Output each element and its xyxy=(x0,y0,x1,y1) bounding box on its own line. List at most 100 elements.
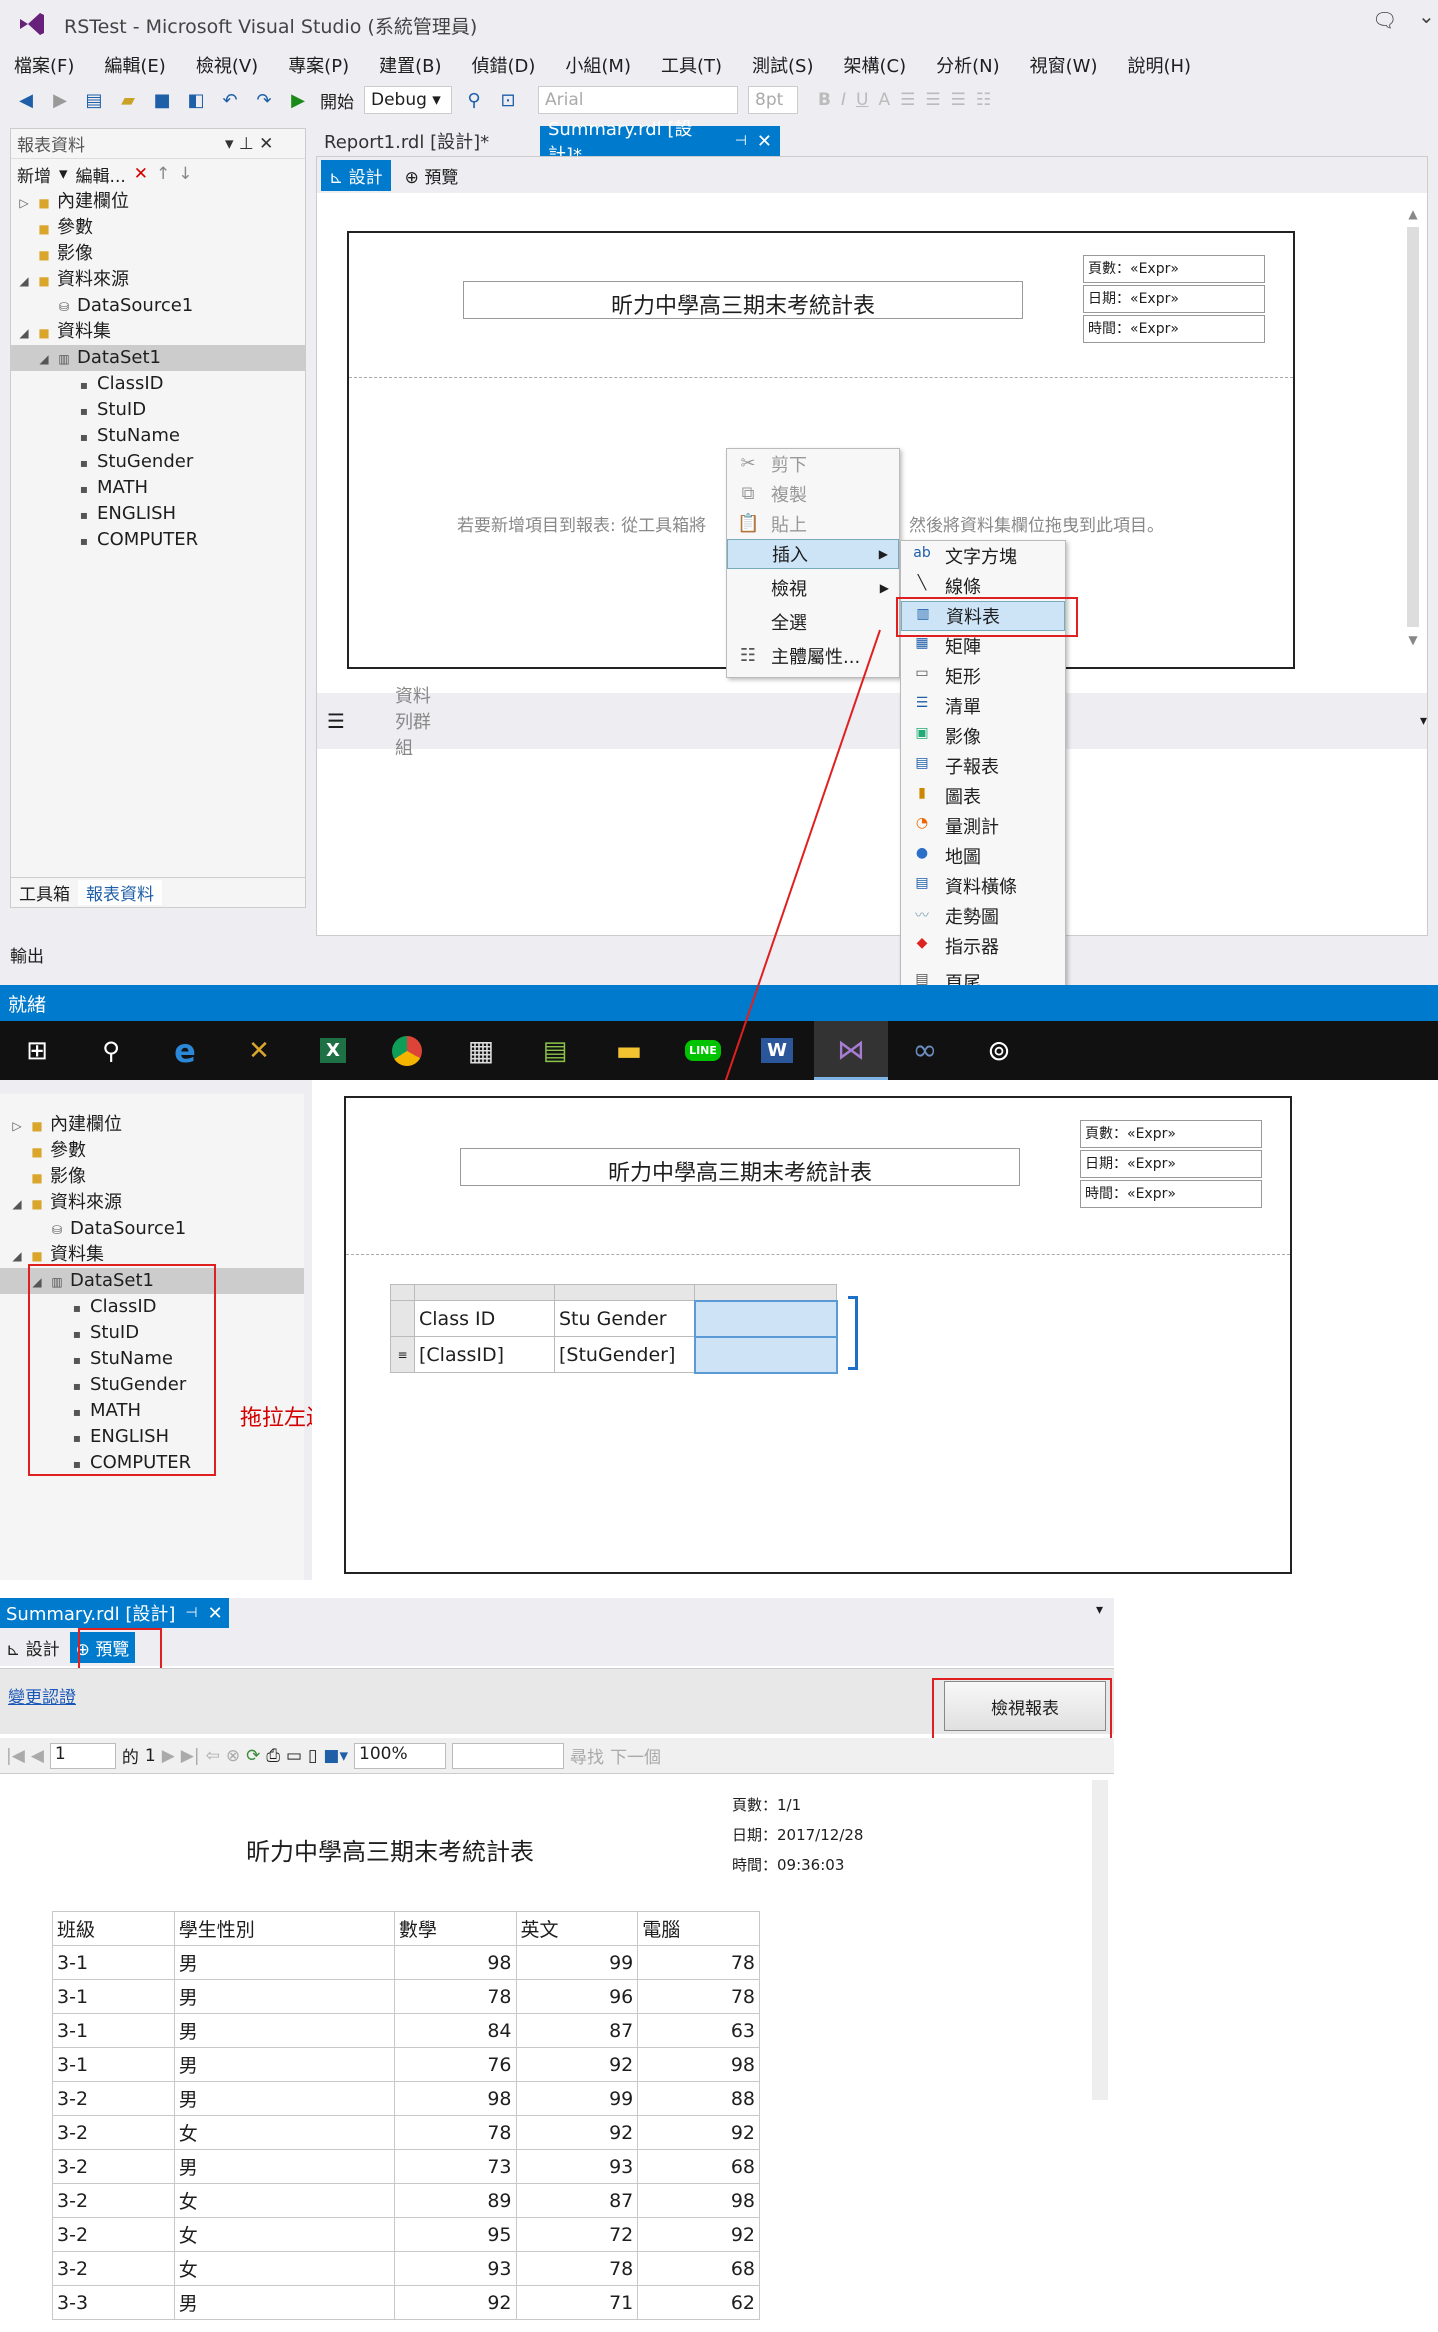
page-setup-icon[interactable]: ▯ xyxy=(308,1746,317,1766)
table-cell: 98 xyxy=(393,2081,517,2116)
table-row: 3-2 男 73 93 68 xyxy=(52,2149,760,2184)
expand-icon[interactable]: ▷ xyxy=(10,1113,24,1139)
print-icon[interactable]: ⎙ xyxy=(266,1746,280,1766)
total-pages: 1 xyxy=(144,1745,156,1766)
table-cell: 78 xyxy=(637,1945,760,1980)
table-cell: 92 xyxy=(637,2115,760,2150)
table-cell: 78 xyxy=(393,1979,517,2014)
page-expr[interactable]: 頁數：«Expr» xyxy=(1080,1120,1262,1148)
table-cell: 女 xyxy=(173,2251,395,2286)
table-cell: 女 xyxy=(173,2115,395,2150)
table-cell: 68 xyxy=(637,2251,760,2286)
preview-window: Summary.rdl [設計] ⊣ ✕ ▾ ⊾ 設計 ⊕ 預覽 變更認證 檢視報表… xyxy=(0,1598,1114,2332)
table-cell: 3-2 xyxy=(52,2115,175,2150)
table-cell: 68 xyxy=(637,2149,760,2184)
close-icon[interactable]: ✕ xyxy=(208,1603,223,1624)
table-cell: 92 xyxy=(637,2217,760,2252)
table-row: 3-2 女 95 72 92 xyxy=(52,2217,760,2252)
time-expr[interactable]: 時間：«Expr» xyxy=(1080,1180,1262,1208)
table-cell: 92 xyxy=(393,2285,517,2320)
stop-icon[interactable]: ⊗ xyxy=(226,1746,240,1766)
table-row: 3-1 男 98 99 78 xyxy=(52,1945,760,1980)
column-header: 班級 xyxy=(52,1911,175,1946)
find-next-button[interactable]: 下一個 xyxy=(610,1743,661,1768)
data-cell-class-id[interactable]: [ClassID] xyxy=(414,1336,555,1373)
table-row: 3-2 男 98 99 88 xyxy=(52,2081,760,2116)
table-cell: 99 xyxy=(515,1945,639,1980)
table-cell: 73 xyxy=(393,2149,517,2184)
print-layout-icon[interactable]: ▭ xyxy=(286,1746,302,1766)
last-page-icon[interactable]: ▶| xyxy=(181,1746,200,1766)
table-cell: 3-1 xyxy=(52,1979,175,2014)
header-cell-empty[interactable] xyxy=(693,1299,838,1338)
collapse-icon[interactable]: ◢ xyxy=(10,1191,24,1217)
header-cell-class-id[interactable]: Class ID xyxy=(414,1300,555,1337)
design-table[interactable]: Class ID Stu Gender ≡ [ClassID] [StuGender] xyxy=(390,1284,858,1374)
report-viewer-toolbar: |◀ ◀ 1 的 1 ▶ ▶| ⇦ ⊗ ⟳ ⎙ ▭ ▯ ■▾ 100% 尋找 下… xyxy=(0,1738,1114,1774)
collapse-icon[interactable]: ◢ xyxy=(10,1243,24,1269)
export-icon[interactable]: ■▾ xyxy=(323,1746,348,1766)
date-expr[interactable]: 日期：«Expr» xyxy=(1080,1150,1262,1178)
datasource-icon: ⛁ xyxy=(51,1223,63,1237)
table-cell: 62 xyxy=(637,2285,760,2320)
tree-label: 內建欄位 xyxy=(50,1114,122,1135)
find-input[interactable] xyxy=(452,1742,564,1769)
table-cell: 78 xyxy=(515,2251,639,2286)
next-page-icon[interactable]: ▶ xyxy=(162,1746,175,1766)
table-cell: 3-1 xyxy=(52,2013,175,2048)
data-cell-stu-gender[interactable]: [StuGender] xyxy=(554,1336,695,1373)
table-cell: 95 xyxy=(393,2217,517,2252)
table-cell: 男 xyxy=(173,1945,395,1980)
design-step-2: ▷ ■ 內建欄位 ■ 參數 ■ 影像 ◢ ■ 資料來源 ⛁ DataSource1 ◢ ■ 資料集… xyxy=(0,1080,1294,1580)
back-icon[interactable]: ⇦ xyxy=(206,1746,220,1766)
column-resize-handle[interactable] xyxy=(848,1296,858,1370)
table-cell: 男 xyxy=(173,2013,395,2048)
pin-icon[interactable]: ⊣ xyxy=(185,1605,197,1621)
report-canvas-2[interactable]: 昕力中學高三期末考統計表 頁數：«Expr» 日期：«Expr» 時間：«Exp… xyxy=(344,1096,1292,1574)
first-page-icon[interactable]: |◀ xyxy=(6,1746,25,1766)
tree-item-datasources[interactable]: ◢ ■ 資料來源 xyxy=(10,1190,304,1216)
zoom-select[interactable]: 100% xyxy=(354,1742,446,1769)
table-cell: 87 xyxy=(515,2183,639,2218)
data-cell-empty[interactable] xyxy=(693,1335,838,1374)
tree-item-datasource1[interactable]: ⛁ DataSource1 xyxy=(10,1216,304,1242)
tree-item-images[interactable]: ■ 影像 xyxy=(10,1164,304,1190)
table-cell: 男 xyxy=(173,2047,395,2082)
tree-item-builtin[interactable]: ▷ ■ 內建欄位 xyxy=(10,1112,304,1138)
find-button[interactable]: 尋找 xyxy=(570,1743,604,1768)
header-cell-stu-gender[interactable]: Stu Gender xyxy=(554,1300,695,1337)
report-title-rendered: 昕力中學高三期末考統計表 xyxy=(246,1838,534,1866)
table-cell: 3-2 xyxy=(52,2183,175,2218)
prev-page-icon[interactable]: ◀ xyxy=(31,1746,44,1766)
table-cell: 3-3 xyxy=(52,2285,175,2320)
chevron-down-icon[interactable]: ▾ xyxy=(1096,1602,1103,1618)
row-handle-icon[interactable]: ≡ xyxy=(390,1336,415,1373)
report-designer-2: 昕力中學高三期末考統計表 頁數：«Expr» 日期：«Expr» 時間：«Exp… xyxy=(312,1080,1294,1580)
page-info: 頁數：1/1 xyxy=(732,1796,802,1814)
table-row: 3-1 男 78 96 78 xyxy=(52,1979,760,2014)
report-title[interactable]: 昕力中學高三期末考統計表 xyxy=(460,1148,1020,1186)
folder-icon: ■ xyxy=(31,1197,43,1211)
column-header: 電腦 xyxy=(637,1911,760,1946)
tree-item-params[interactable]: ■ 參數 xyxy=(10,1138,304,1164)
tab-summary-2[interactable]: Summary.rdl [設計] ⊣ ✕ xyxy=(0,1598,229,1628)
table-cell: 女 xyxy=(173,2183,395,2218)
tab-label: 設計 xyxy=(25,1639,60,1660)
table-cell: 71 xyxy=(515,2285,639,2320)
preview-scrollbar[interactable] xyxy=(1092,1780,1108,2100)
table-cell: 78 xyxy=(637,1979,760,2014)
tab-design[interactable]: ⊾ 設計 xyxy=(6,1635,60,1660)
preview-tab-strip: Summary.rdl [設計] ⊣ ✕ ▾ xyxy=(0,1598,1114,1628)
refresh-icon[interactable]: ⟳ xyxy=(246,1746,260,1766)
change-credentials-link[interactable]: 變更認證 xyxy=(8,1683,76,1708)
table-cell: 男 xyxy=(173,2149,395,2184)
tree-label: 資料集 xyxy=(50,1244,104,1265)
table-cell: 3-1 xyxy=(52,2047,175,2082)
table-cell: 男 xyxy=(173,2081,395,2116)
column-header: 學生性別 xyxy=(173,1911,395,1946)
table-row: 3-1 男 84 87 63 xyxy=(52,2013,760,2048)
page-input[interactable]: 1 xyxy=(49,1742,116,1769)
table-cell: 3-1 xyxy=(52,1945,175,1980)
date-info: 日期：2017/12/28 xyxy=(732,1826,864,1844)
table-cell: 84 xyxy=(393,2013,517,2048)
